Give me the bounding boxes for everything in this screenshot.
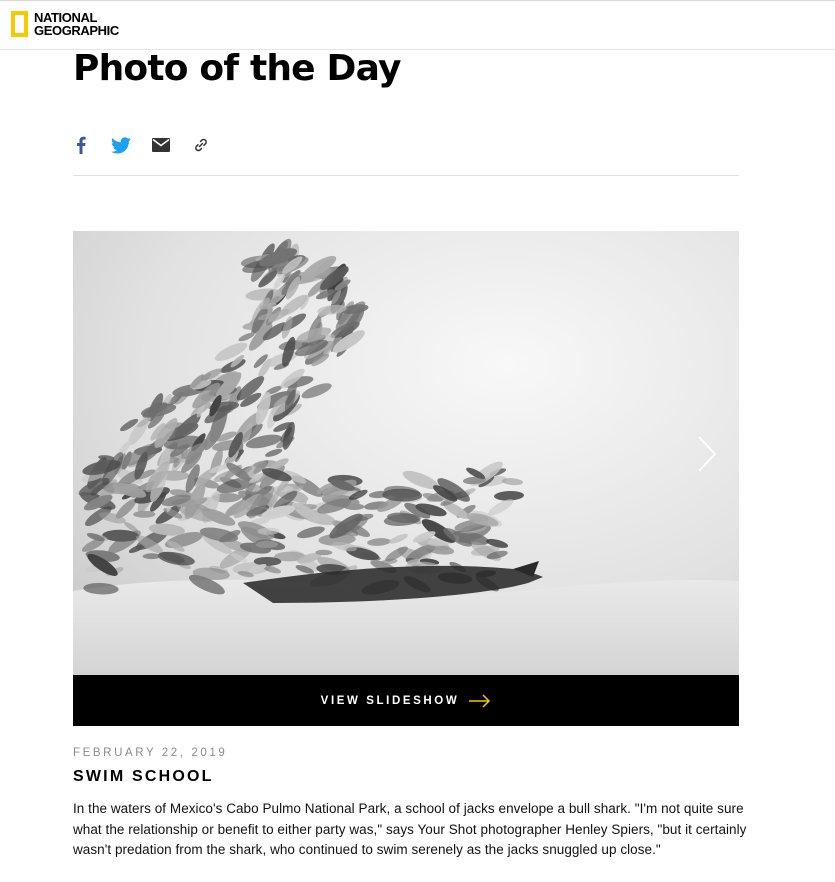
twitter-icon[interactable] <box>110 134 132 156</box>
header-divider <box>73 175 739 176</box>
email-icon[interactable] <box>150 134 172 156</box>
link-icon[interactable] <box>190 134 212 156</box>
natgeo-logo[interactable]: NATIONAL GEOGRAPHIC <box>11 11 119 37</box>
view-slideshow-button[interactable]: VIEW SLIDESHOW <box>73 675 739 726</box>
photo-title: SWIM SCHOOL <box>73 768 214 785</box>
share-bar <box>70 134 230 156</box>
yellow-border-icon <box>11 11 28 37</box>
view-slideshow-label: VIEW SLIDESHOW <box>320 694 460 707</box>
page-title: Photo of the Day <box>73 48 401 89</box>
photo-of-the-day-image[interactable] <box>73 231 739 675</box>
logo-line-2: GEOGRAPHIC <box>34 23 119 38</box>
photo-date: FEBRUARY 22, 2019 <box>73 747 228 759</box>
facebook-icon[interactable] <box>70 134 92 156</box>
site-header: NATIONAL GEOGRAPHIC <box>0 0 835 50</box>
logo-wordmark: NATIONAL GEOGRAPHIC <box>34 11 119 37</box>
photo-caption: In the waters of Mexico's Cabo Pulmo Nat… <box>73 801 747 857</box>
underwater-scene <box>73 231 739 675</box>
chevron-right-icon[interactable] <box>695 434 719 474</box>
arrow-right-icon <box>469 693 491 708</box>
